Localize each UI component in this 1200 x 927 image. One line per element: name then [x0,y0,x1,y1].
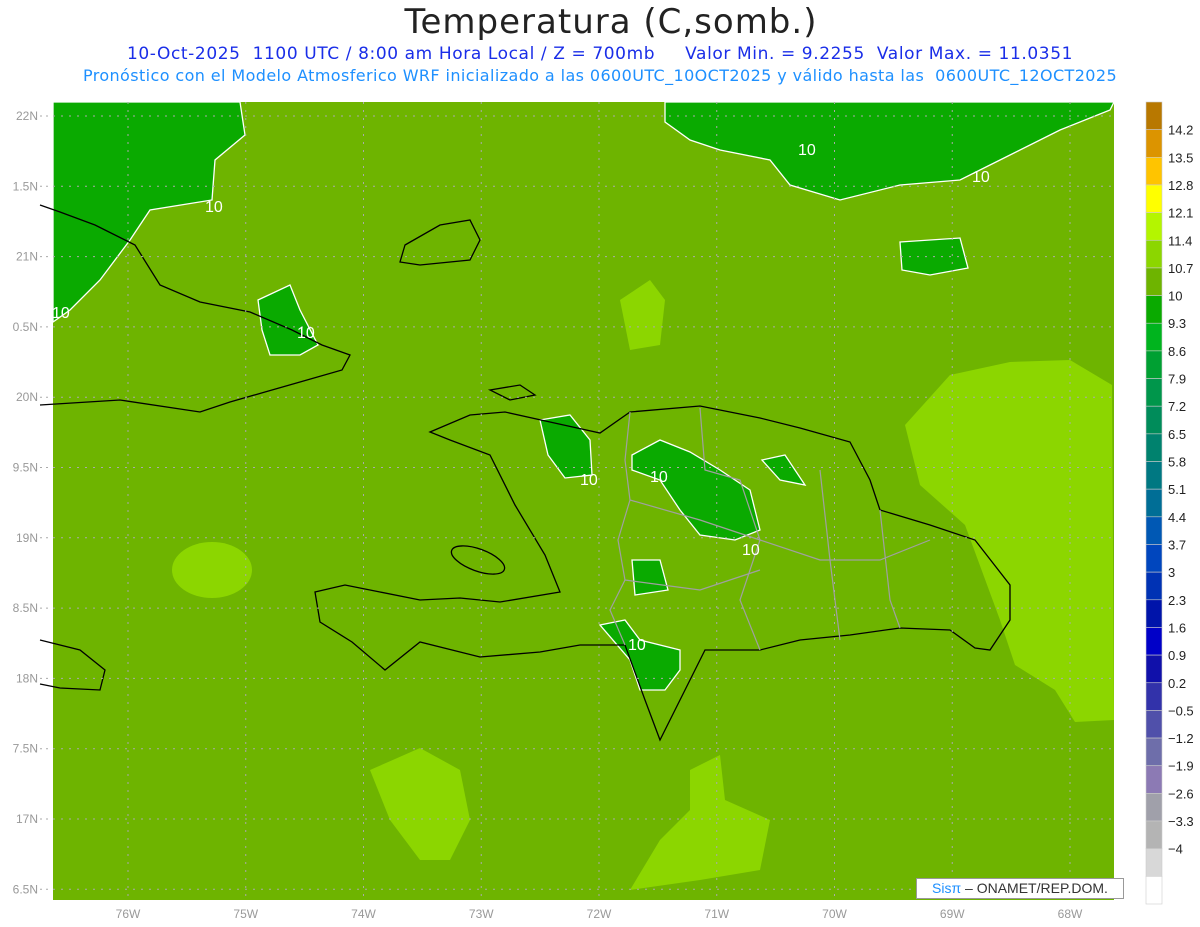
contour-label: 10 [297,325,315,342]
lat-label: 22N [16,109,38,123]
colorbar-swatch [1145,129,1163,158]
colorbar-swatch [1145,405,1163,435]
lat-label: 17N [16,812,38,826]
lat-label: 21N [16,250,38,264]
lon-label: 70W [822,907,847,921]
colorbar-label: 9.3 [1168,316,1186,331]
colorbar-label: −3.3 [1168,814,1194,829]
colorbar-label: 0.9 [1168,648,1186,663]
chart-title: Temperatura (C,somb.) [404,2,818,42]
lat-label: 18N [16,671,38,685]
colorbar-label: 11.4 [1168,233,1192,248]
lon-label: 71W [704,907,729,921]
model-info: Pronóstico con el Modelo Atmosferico WRF… [82,66,1118,85]
colorbar-swatch [1145,820,1163,849]
lon-label: 69W [940,907,965,921]
colorbar-swatch [1145,433,1163,462]
colorbar-swatch [1145,793,1163,822]
colorbar-label: 3.7 [1168,537,1186,552]
colorbar-swatch [1145,461,1163,490]
colorbar-label: −4 [1168,842,1183,857]
map-canvas: 10 10 10 10 10 10 10 10 10 22N 1.5N 21N 0.5N 20N 9.5N… [13,101,1194,921]
colorbar-swatch [1145,599,1163,628]
colorbar-swatch [1145,157,1163,186]
colorbar-label: 5.8 [1168,455,1186,470]
colorbar-label: 10.7 [1168,261,1193,276]
colorbar-swatch [1145,350,1163,379]
colorbar-label: 8.6 [1168,344,1186,359]
lat-label: 9.5N [13,461,38,475]
contour-label: 10 [742,542,760,559]
colorbar-label: 1.6 [1168,620,1186,635]
colorbar-swatch [1145,322,1163,352]
lat-label: 8.5N [13,601,38,615]
warm-area-jamaica [172,542,252,598]
colorbar-label: 5.1 [1168,482,1186,497]
colorbar-swatch [1145,627,1163,656]
colorbar-swatch [1145,876,1163,905]
colorbar-swatch [1145,267,1163,296]
contour-label: 10 [972,169,990,186]
colorbar-swatch [1145,378,1163,407]
forecast-time-info: 10-Oct-2025 1100 UTC / 8:00 am Hora Loca… [126,44,1074,64]
colorbar-swatch [1145,212,1163,241]
contour-label: 10 [580,472,598,489]
colorbar-swatch [1145,848,1163,877]
colorbar-swatch [1145,571,1163,601]
colorbar-label: 10 [1168,289,1182,304]
colorbar-label: 3 [1168,565,1175,580]
colorbar-swatch [1145,544,1163,573]
credit-brand: Sisπ [932,880,962,896]
lat-label: 19N [16,531,38,545]
colorbar-swatch [1145,737,1163,767]
colorbar-label: 12.1 [1168,206,1193,221]
lat-label: 20N [16,390,38,404]
colorbar-label: 2.3 [1168,593,1186,608]
lon-label: 74W [351,907,376,921]
colorbar-label: −1.2 [1168,731,1194,746]
lon-label: 76W [116,907,141,921]
colorbar-swatch [1145,184,1163,213]
colorbar-label: 13.5 [1168,150,1193,165]
lon-label: 75W [233,907,258,921]
contour-label: 10 [52,305,70,322]
lon-label: 73W [469,907,494,921]
lon-label: 68W [1058,907,1083,921]
colorbar-swatch [1145,516,1163,545]
colorbar-label: 6.5 [1168,427,1186,442]
colorbar-label: 7.2 [1168,399,1186,414]
lat-label: 7.5N [13,742,38,756]
credit-box: Sisπ – ONAMET/REP.DOM. [916,878,1124,899]
contour-label: 10 [798,142,816,159]
colorbar-swatch [1145,682,1163,711]
colorbar-label: 7.9 [1168,372,1186,387]
colorbar-swatch [1145,654,1163,684]
lat-label: 6.5N [13,882,38,896]
contour-label: 10 [205,199,223,216]
colorbar-label: 4.4 [1168,510,1186,525]
colorbar-label: 0.2 [1168,676,1186,691]
contour-label: 10 [650,469,668,486]
contour-label: 10 [628,637,646,654]
colorbar-swatch [1145,488,1163,518]
colorbar-swatch [1145,295,1163,324]
credit-text: – ONAMET/REP.DOM. [961,880,1108,896]
colorbar-label: 14.2 [1168,123,1193,138]
colorbar-label: −0.5 [1168,703,1194,718]
colorbar-swatch [1145,239,1163,269]
lat-label: 0.5N [13,320,38,334]
colorbar-label: −1.9 [1168,759,1194,774]
colorbar: 14.2 13.5 12.8 12.1 11.4 10.7 10 9.3 8.6 7.9 7.2 6.… [1145,101,1194,905]
colorbar-swatch [1145,710,1163,739]
colorbar-swatch [1145,765,1163,794]
lon-label: 72W [587,907,612,921]
colorbar-label: −2.6 [1168,786,1194,801]
colorbar-label: 12.8 [1168,178,1193,193]
lat-label: 1.5N [13,179,38,193]
colorbar-swatch [1145,101,1163,130]
